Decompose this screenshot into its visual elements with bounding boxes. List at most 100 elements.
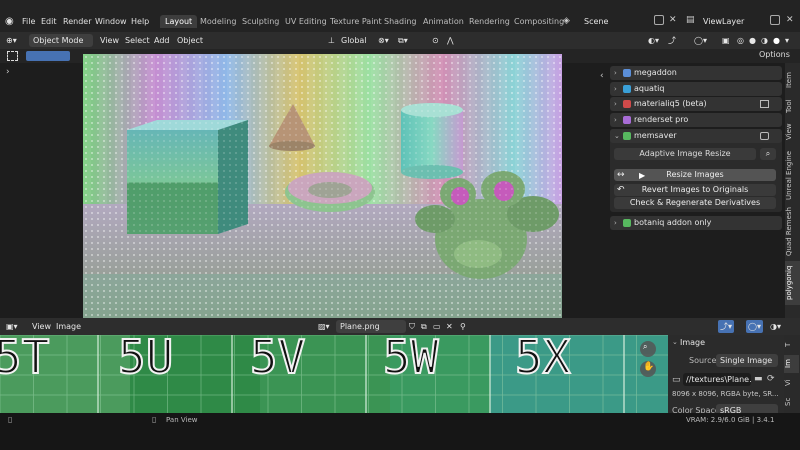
new-view-layer-icon[interactable] (770, 15, 780, 25)
duplicate-image-icon[interactable]: ⧉ (421, 320, 427, 333)
scene-name[interactable]: Scene (584, 17, 608, 26)
shading-wireframe-icon[interactable]: ◎ (737, 34, 744, 47)
image-name-field[interactable]: Plane.png (336, 320, 406, 333)
overlay-icon[interactable]: ◯▾ (694, 34, 707, 47)
addon-botaniq[interactable]: › botaniq addon only (610, 216, 782, 230)
filepath-field[interactable]: //textures\Plane.... (683, 373, 751, 386)
tab-quad-remesh[interactable]: Quad Remesh (785, 207, 800, 257)
source-label: Source (689, 356, 717, 365)
addon-megaddon[interactable]: › megaddon (610, 66, 782, 80)
xray-icon[interactable]: ▣ (722, 34, 730, 47)
blender-logo-icon[interactable]: ◉ (5, 16, 14, 27)
revert-icon: ↶ (617, 185, 625, 195)
delete-view-layer-icon[interactable]: ✕ (786, 15, 794, 25)
tab-layout[interactable]: Layout (160, 15, 198, 28)
editor-type-icon[interactable]: ⊕▾ (6, 34, 17, 47)
tab-modeling[interactable]: Modeling (200, 17, 236, 26)
mode-dropdown[interactable]: Object Mode (29, 34, 93, 47)
menu-window[interactable]: Window (95, 17, 127, 26)
folder-icon[interactable]: ▬ (754, 374, 763, 384)
addon-materialiq[interactable]: › materialiq5 (beta) (610, 97, 782, 111)
tab-polygoniq[interactable]: polygoniq (785, 261, 800, 305)
menu-edit[interactable]: Edit (41, 17, 57, 26)
visibility-icon[interactable]: ◐▾ (648, 34, 659, 47)
tab-texture-paint[interactable]: Texture Paint (330, 17, 382, 26)
new-scene-icon[interactable] (654, 15, 664, 25)
menu-add[interactable]: Add (154, 34, 170, 47)
menu-help[interactable]: Help (131, 17, 149, 26)
grid-label-5u: 5U (118, 335, 173, 384)
overlay-toggle-icon[interactable]: ◯▾ (746, 320, 763, 333)
menu-file[interactable]: File (22, 17, 35, 26)
shading-material-icon[interactable]: ◑ (761, 34, 768, 47)
menu-view[interactable]: View (100, 34, 119, 47)
preset-icon[interactable] (760, 132, 769, 140)
tab-view[interactable]: View (785, 121, 800, 143)
gizmo-icon[interactable]: ⤴ (668, 34, 676, 47)
options-dropdown[interactable]: Options (759, 50, 790, 59)
falloff-icon[interactable]: ⋀ (447, 34, 454, 47)
view-layer-name[interactable]: ViewLayer (703, 17, 744, 26)
addon-renderset[interactable]: › renderset pro (610, 113, 782, 127)
delete-scene-icon[interactable]: ✕ (669, 15, 677, 25)
panel-pin-icon[interactable] (760, 100, 769, 108)
addon-aquatiq[interactable]: › aquatiq (610, 82, 782, 96)
open-image-icon[interactable]: ▭ (433, 320, 441, 333)
reload-icon[interactable]: ⟳ (767, 374, 775, 384)
shading-rendered-icon[interactable]: ● (773, 34, 780, 47)
search-button[interactable]: ⌕ (760, 148, 776, 160)
source-dropdown[interactable]: Single Image (716, 354, 778, 367)
tab-tool[interactable]: T (784, 338, 799, 352)
orientation-icon[interactable]: ⊥ (328, 34, 335, 47)
tab-uv-editing[interactable]: UV Editing (285, 17, 327, 26)
sidebar-panel: › megaddon › aquatiq › materialiq5 (beta… (610, 63, 784, 233)
adaptive-resize-label: Adaptive Image Resize (639, 149, 731, 158)
hand-icon[interactable]: ✋ (643, 362, 654, 372)
menu-render[interactable]: Render (63, 17, 91, 26)
tab-scopes[interactable]: Sc (784, 393, 799, 411)
image-menu-image[interactable]: Image (56, 320, 81, 333)
tab-item[interactable]: Item (785, 69, 800, 91)
tab-sculpting[interactable]: Sculpting (242, 17, 279, 26)
collapse-icon[interactable]: ⌄ (672, 338, 678, 346)
tab-tool[interactable]: Tool (785, 95, 800, 117)
3d-viewport[interactable] (83, 54, 562, 318)
tab-compositing[interactable]: Compositing (514, 17, 564, 26)
tab-animation[interactable]: Animation (423, 17, 464, 26)
gizmo-toggle-icon[interactable]: ⤴▾ (718, 320, 735, 333)
tab-image[interactable]: Im (784, 355, 799, 373)
select-mode-buttons[interactable] (26, 51, 70, 61)
tab-shading[interactable]: Shading (384, 17, 417, 26)
fake-user-icon[interactable]: ⛉ (409, 320, 415, 333)
image-editor-type-icon[interactable]: ▣▾ (6, 320, 18, 333)
shading-solid-icon[interactable]: ● (749, 34, 756, 47)
resize-arrows-icon: ↔ (617, 170, 625, 180)
snap-icon[interactable]: ⧉▾ (398, 34, 408, 47)
image-canvas[interactable]: 5T 5U 5V 5W 5X ⌕ ✋ (0, 335, 668, 413)
image-menu-view[interactable]: View (32, 320, 51, 333)
proportional-edit-icon[interactable]: ⊙ (432, 34, 439, 47)
check-derivatives-button[interactable]: Check & Regenerate Derivatives (614, 197, 776, 209)
adaptive-resize-button[interactable]: Adaptive Image Resize (614, 148, 756, 160)
aquatiq-icon (623, 85, 631, 93)
orientation-dropdown[interactable]: Global (341, 34, 367, 47)
menu-select[interactable]: Select (125, 34, 150, 47)
toolbar-expand-icon[interactable]: › (6, 67, 10, 77)
addon-memsaver[interactable]: ⌄ memsaver (610, 129, 782, 143)
tab-unreal-engine[interactable]: Unreal Engine (785, 147, 800, 203)
menu-object[interactable]: Object (177, 34, 203, 47)
shading-options-icon[interactable]: ▾ (785, 34, 789, 47)
tab-rendering[interactable]: Rendering (469, 17, 510, 26)
pin-icon[interactable]: ⚲ (460, 320, 466, 333)
scene-icon[interactable]: ◈ (563, 16, 570, 26)
zoom-icon[interactable]: ⌕ (643, 342, 647, 352)
revert-images-button[interactable]: ↶ Revert Images to Originals (614, 184, 776, 196)
pivot-icon[interactable]: ⊗▾ (378, 34, 389, 47)
tab-view[interactable]: Vi (784, 375, 799, 391)
browse-image-icon[interactable]: ▨▾ (318, 320, 330, 333)
display-channels-icon[interactable]: ◑▾ (770, 320, 781, 333)
view-layer-icon[interactable]: ▤ (686, 15, 695, 25)
unlink-image-icon[interactable]: ✕ (446, 320, 453, 333)
select-box-tool-icon[interactable] (7, 51, 18, 61)
sidebar-collapse-icon[interactable]: ‹ (600, 71, 604, 81)
